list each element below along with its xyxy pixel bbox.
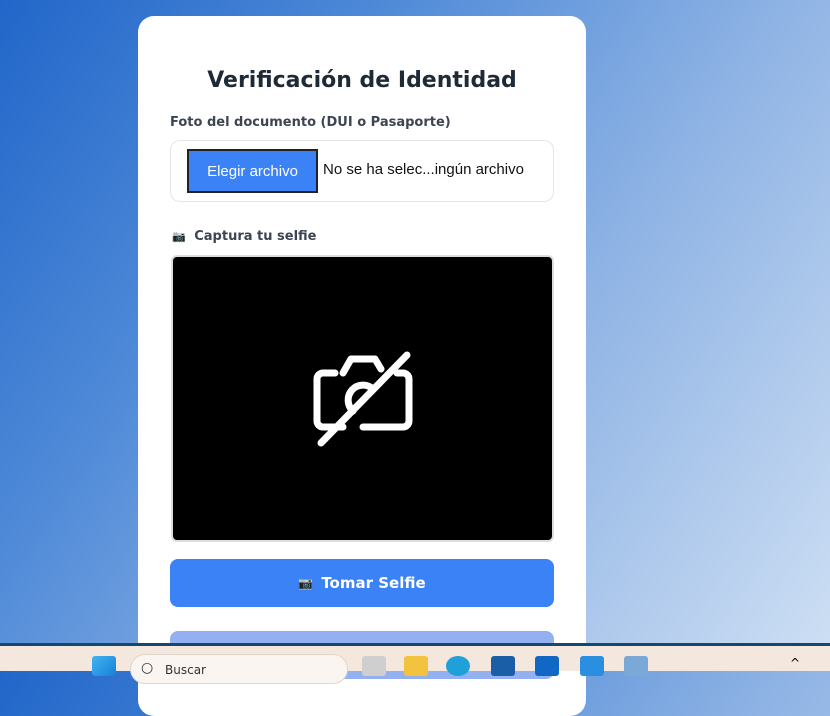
search-icon: ○ [141, 660, 154, 676]
choose-file-button[interactable]: Elegir archivo [187, 149, 318, 193]
selfie-label: Captura tu selfie [194, 229, 317, 244]
document-label: Foto del documento (DUI o Pasaporte) [170, 115, 451, 130]
search-placeholder: Buscar [165, 663, 206, 677]
camera-off-icon [313, 351, 412, 446]
chevron-up-icon[interactable]: ^ [790, 656, 814, 676]
page-title: Verificación de Identidad [207, 68, 517, 93]
take-selfie-button[interactable]: 📷 Tomar Selfie [170, 559, 554, 607]
vscode-icon[interactable] [580, 656, 604, 676]
camera-icon: 📷 [172, 230, 186, 243]
taskbar-search[interactable]: ○ Buscar [130, 654, 348, 684]
document-file-input[interactable]: Elegir archivo No se ha selec...ingún ar… [170, 140, 554, 202]
verification-card: Verificación de Identidad Foto del docum… [138, 16, 586, 716]
file-explorer-icon[interactable] [404, 656, 428, 676]
selfie-video-preview [171, 255, 554, 542]
file-status: No se ha selec...ingún archivo [323, 161, 524, 178]
edge-icon[interactable] [446, 656, 470, 676]
windows-start-icon[interactable] [92, 656, 116, 676]
camera-icon: 📷 [298, 576, 314, 590]
take-selfie-label: Tomar Selfie [321, 574, 426, 592]
outlook-icon[interactable] [535, 656, 559, 676]
store-icon[interactable] [491, 656, 515, 676]
app-icon[interactable] [624, 656, 648, 676]
taskbar: ○ Buscar ^ [0, 643, 830, 684]
task-view-icon[interactable] [362, 656, 386, 676]
